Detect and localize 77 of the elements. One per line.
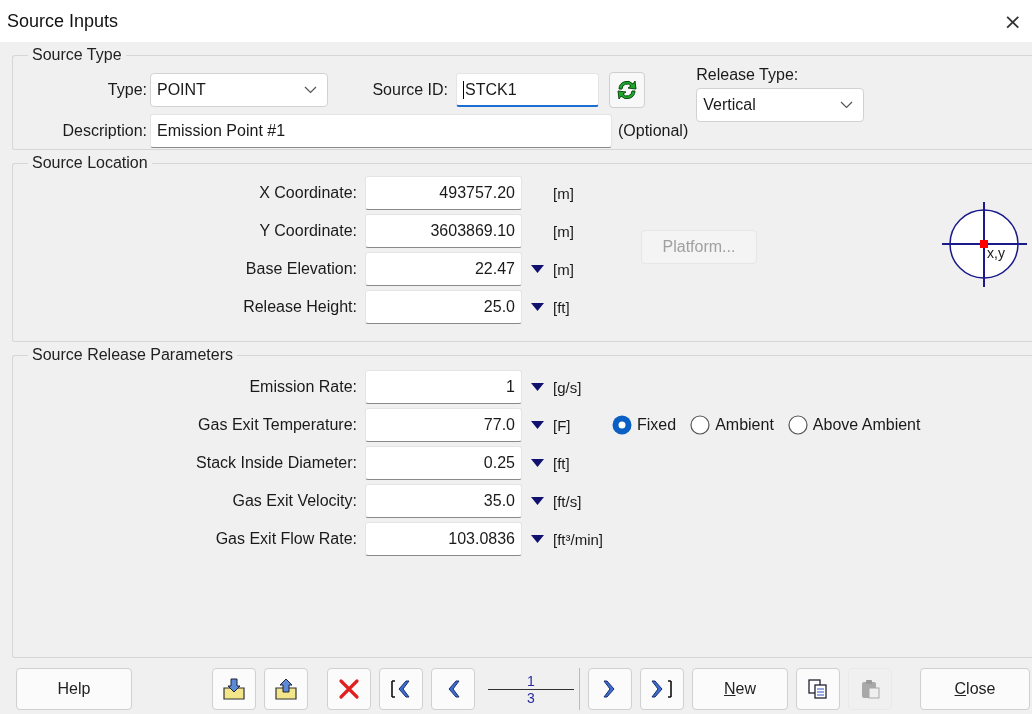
unit-label: [ft/s]	[553, 492, 583, 510]
number-field[interactable]: 77.0	[365, 408, 522, 442]
last-button[interactable]	[640, 668, 684, 710]
field-label: Gas Exit Velocity:	[231, 492, 357, 510]
radio-option[interactable]: Fixed	[612, 415, 677, 435]
field-label: Type:	[106, 81, 147, 99]
group-title: Source Type	[31, 46, 123, 64]
refresh-icon	[615, 78, 639, 102]
field-label: Release Type:	[696, 66, 800, 84]
unit-dropdown-icon[interactable]	[531, 303, 544, 311]
export-button[interactable]	[264, 668, 308, 710]
field-label: Stack Inside Diameter:	[195, 454, 357, 472]
import-button[interactable]	[212, 668, 256, 710]
field-label: Y Coordinate:	[258, 222, 357, 240]
radio-unselected-icon	[787, 415, 808, 435]
group-title: Source Location	[31, 154, 149, 172]
field-label: Release Height:	[242, 298, 357, 316]
text-button[interactable]: Close	[920, 668, 1030, 710]
unit-dropdown-icon[interactable]	[531, 535, 544, 543]
delete-button[interactable]	[327, 668, 371, 710]
field-label: Emission Rate:	[248, 378, 357, 396]
type-dropdown[interactable]: POINT	[150, 73, 328, 107]
record-pager: 1 3	[483, 668, 580, 710]
unit-label: [ft]	[553, 454, 571, 472]
unit-label: [ft]	[553, 298, 571, 316]
prev-button[interactable]	[431, 668, 475, 710]
unit-label: [g/s]	[553, 378, 583, 396]
chevron-down-icon	[840, 101, 854, 109]
release-type-dropdown[interactable]: Vertical	[696, 88, 865, 122]
text-button[interactable]: New	[692, 668, 788, 710]
field-label: X Coordinate:	[258, 184, 357, 202]
source-id-field[interactable]: STCK1	[456, 73, 599, 107]
first-record-icon	[389, 678, 413, 700]
number-field[interactable]: 1	[365, 370, 522, 404]
unit-dropdown-icon[interactable]	[531, 265, 544, 273]
chevron-down-icon	[304, 86, 317, 94]
field-label: Gas Exit Flow Rate:	[214, 530, 357, 548]
unit-label: [ft³/min]	[553, 530, 604, 548]
tray-up-arrow-icon	[274, 677, 298, 701]
description-field[interactable]: Emission Point #1	[150, 114, 612, 148]
last-record-icon	[650, 678, 674, 700]
clipboard-icon	[859, 678, 881, 700]
field-label: Source ID:	[371, 81, 448, 99]
radio-option[interactable]: Ambient	[690, 415, 774, 435]
unit-dropdown-icon[interactable]	[531, 459, 544, 467]
unit-label: [m]	[553, 184, 575, 202]
number-field[interactable]: 22.47	[365, 252, 522, 286]
copy-icon	[807, 678, 829, 700]
radio-selected-icon	[612, 415, 632, 435]
text-button[interactable]: Help	[16, 668, 132, 710]
number-field[interactable]: 3603869.10	[365, 214, 522, 248]
field-label: Description:	[61, 122, 147, 140]
window-title: Source Inputs	[7, 10, 119, 32]
unit-dropdown-icon[interactable]	[531, 383, 544, 391]
unit-label: [F]	[553, 416, 572, 434]
unit-dropdown-icon[interactable]	[531, 421, 544, 429]
first-button[interactable]	[379, 668, 423, 710]
refresh-button[interactable]	[609, 72, 645, 108]
next-button[interactable]	[588, 668, 632, 710]
unit-label: [m]	[553, 222, 575, 240]
delete-icon	[338, 678, 360, 700]
unit-label: [m]	[553, 260, 575, 278]
copy-button[interactable]	[796, 668, 840, 710]
number-field[interactable]: 0.25	[365, 446, 522, 480]
field-label: Base Elevation:	[244, 260, 357, 278]
number-field[interactable]: 35.0	[365, 484, 522, 518]
number-field[interactable]: 25.0	[365, 290, 522, 324]
radio-unselected-icon	[690, 415, 711, 435]
number-field[interactable]: 493757.20	[365, 176, 522, 210]
tray-down-arrow-icon	[222, 677, 246, 701]
unit-dropdown-icon[interactable]	[531, 497, 544, 505]
optional-note: (Optional)	[618, 122, 689, 140]
close-button[interactable]: ×	[1001, 8, 1024, 34]
radio-option[interactable]: Above Ambient	[787, 415, 921, 435]
number-field[interactable]: 103.0836	[365, 522, 522, 556]
group-title: Source Release Parameters	[31, 346, 234, 364]
field-label: Gas Exit Temperature:	[197, 416, 357, 434]
